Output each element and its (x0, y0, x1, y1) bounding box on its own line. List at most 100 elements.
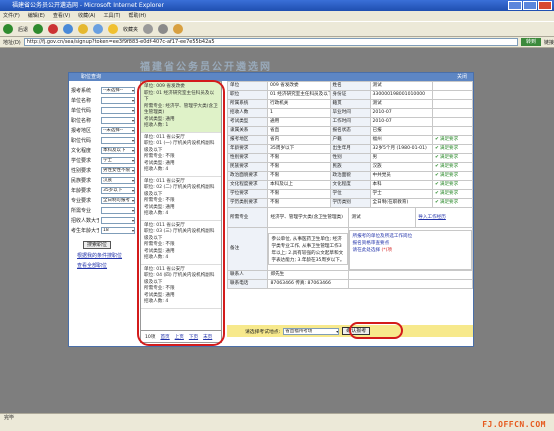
exam-location-bar: 请选择考试地点: 省直福州考场 确认报考 (227, 325, 473, 337)
history-icon[interactable] (143, 24, 154, 34)
job-list-scroll[interactable]: 单位: 009 省发改委 职位: 01 经济研究室主任科员及以下 所需专业: 经… (141, 82, 221, 328)
list-item[interactable]: 单位: 011 省公安厅 职位: 02 (二) 厅机关内设机构副科级及以下 所需… (141, 177, 221, 221)
folder-icon[interactable] (173, 24, 184, 34)
list-item[interactable]: 单位: 011 省公安厅 职位: 04 (四) 厅机关内设机构副科级及以下 所需… (141, 265, 221, 309)
certificate-box[interactable]: 所报考的单位及所选工作岗位 报名资格审查要点 请在此处选择 (*)项 (349, 230, 472, 270)
filter-select[interactable]: 汉族 (101, 176, 135, 184)
applicant-value: 32岁5个月 (1980-01-01) (369, 144, 433, 154)
table-row: 职位 01 经济研究室主任科员及以下 身份证 330000198001010000 (227, 90, 473, 100)
job-position: 职位: 01 (一) 厅机关内设机构副科级及以下 (144, 141, 215, 153)
detail-value: 行政机关 (267, 99, 331, 109)
list-item[interactable]: 单位: 011 省公安厅 职位: 03 (三) 厅机关内设机构副科级及以下 所需… (141, 221, 221, 265)
menu-favorites[interactable]: 收藏(A) (78, 11, 95, 21)
applicant-key: 身份证 (329, 90, 371, 100)
next-page-link[interactable]: 下页 (189, 334, 198, 340)
job-count: 招收人数: 4 (144, 167, 169, 172)
applicant-key: 出生年月 (329, 144, 371, 154)
table-row: 备注 参公单位, 从事医药卫生单位; 经济学类专业工作, 从事卫生管理工作3年以… (226, 227, 473, 271)
print-icon[interactable] (158, 24, 169, 34)
menu-tools[interactable]: 工具(T) (104, 11, 121, 21)
filter-input[interactable] (101, 96, 135, 104)
applicant-key: 文化程度 (329, 180, 371, 190)
filter-label: 年龄要求 (71, 187, 92, 194)
job-search-dialog: 职位查询 关闭 报考系统 --未选择-- 单位名称 单位代码 职位名称 报考地区 -… (68, 72, 474, 347)
favorites-button[interactable]: 收藏夹 (123, 26, 138, 33)
close-icon[interactable] (538, 1, 552, 10)
maximize-icon[interactable] (523, 1, 537, 10)
detail-value: 1 (267, 108, 331, 118)
filter-input[interactable] (101, 136, 135, 144)
search-by-my-conditions-link[interactable]: 根据我的条件搜职位 (77, 252, 139, 259)
dialog-close-link[interactable]: 关闭 (457, 73, 467, 81)
detail-key: 报考地区 (227, 135, 268, 145)
empty-cell (348, 270, 473, 280)
filter-select[interactable]: 男性女性不限 (101, 166, 135, 174)
forward-arrow-icon[interactable] (33, 24, 44, 34)
job-count: 招收人数: 4 (144, 211, 169, 216)
list-item[interactable]: 单位: 009 省发改委 职位: 01 经济研究室主任科员及以下 所需专业: 经… (141, 82, 221, 133)
empty-cell (432, 99, 473, 109)
menu-file[interactable]: 文件(F) (3, 11, 20, 21)
menu-edit[interactable]: 编辑(E) (28, 11, 45, 21)
filter-select[interactable]: --未选择-- (101, 86, 135, 94)
applicant-value: 汉族 (369, 162, 433, 172)
filter-label: 民族要求 (71, 177, 92, 184)
search-jobs-button[interactable]: 搜索职位 (83, 241, 111, 249)
menu-help[interactable]: 帮助(H) (128, 11, 146, 21)
major-table: 所需专业 经济学、管理学大类(含卫生管理类) 测试 导入工作经历 备注 参公单位… (226, 207, 473, 289)
remarks-text: 参公单位, 从事医药卫生单位; 经济学类专业工作, 从事卫生管理工作3年以上; … (268, 233, 348, 265)
filter-row: 职位名称 (71, 115, 139, 125)
filter-input[interactable] (101, 116, 135, 124)
cert-note-text: 请在此处选择 (352, 248, 381, 253)
filter-row: 考生年龄大于 18 (71, 225, 139, 235)
refresh-icon[interactable] (63, 24, 74, 34)
filter-row: 专业要求 全日制可报考 (71, 195, 139, 205)
minimize-icon[interactable] (508, 1, 522, 10)
links-label[interactable]: 链接 (544, 39, 554, 46)
filter-label: 学位要求 (71, 157, 92, 164)
filter-select[interactable]: 本科及以下 (101, 146, 135, 154)
filter-select[interactable]: 全日制可报考 (101, 196, 135, 204)
window-title: 福建省公务员公开遴选网 - Microsoft Internet Explore… (12, 2, 164, 9)
requirement-status: 满足要求 (432, 135, 473, 145)
cert-note: 请在此处选择 (*)项 (352, 247, 469, 254)
applicant-key: 报名状态 (329, 126, 371, 136)
favorites-star-icon[interactable] (108, 24, 119, 34)
list-item[interactable]: 单位: 011 省公安厅 职位: 01 (一) 厅机关内设机构副科级及以下 所需… (141, 133, 221, 177)
detail-key: 所需专业 (226, 207, 269, 228)
menu-view[interactable]: 查看(V) (53, 11, 70, 21)
job-position: 职位: 02 (二) 厅机关内设机构副科级及以下 (144, 185, 215, 197)
import-work-history-link[interactable]: 导入工作经历 (415, 207, 473, 228)
search-icon[interactable] (93, 24, 104, 34)
filter-input[interactable] (101, 206, 135, 214)
back-button[interactable]: 后退 (18, 26, 28, 33)
stop-icon[interactable] (48, 24, 59, 34)
home-icon[interactable] (78, 24, 89, 34)
address-input[interactable]: http://fj.gov.cn/sea/signup?token=ee3f9f… (23, 38, 518, 46)
go-button[interactable]: 转到 (520, 38, 541, 46)
filter-input[interactable] (101, 216, 135, 224)
pagination: 10项 首页 上页 下页 末页 (141, 330, 221, 342)
exam-location-select[interactable]: 省直福州考场 (283, 327, 340, 335)
first-page-link[interactable]: 首页 (160, 334, 169, 340)
detail-key: 性别要求 (227, 153, 268, 163)
browser-toolbar: 后退 收藏夹 (0, 21, 554, 37)
prev-page-link[interactable]: 上页 (175, 334, 184, 340)
detail-key: 民族要求 (227, 162, 268, 172)
applicant-key: 民族 (329, 162, 371, 172)
filter-input[interactable] (101, 106, 135, 114)
detail-key: 学位要求 (227, 189, 268, 199)
view-all-jobs-link[interactable]: 查看全部职位 (77, 262, 139, 269)
filter-input[interactable]: 18 (101, 226, 135, 234)
cert-cell: 所报考的单位及所选工作岗位 报名资格审查要点 请在此处选择 (*)项 (348, 227, 473, 271)
filter-select[interactable]: 35岁以下 (101, 186, 135, 194)
table-row: 所属系统 行政机关 籍贯 测试 (227, 99, 473, 109)
confirm-apply-button[interactable]: 确认报考 (342, 327, 371, 335)
filter-label: 性别要求 (71, 167, 92, 174)
back-arrow-icon[interactable] (3, 24, 13, 34)
filter-select[interactable]: --未选择-- (101, 126, 135, 134)
job-position: 职位: 01 经济研究室主任科员及以下 (144, 90, 215, 103)
last-page-link[interactable]: 末页 (203, 334, 212, 340)
filter-panel: 报考系统 --未选择-- 单位名称 单位代码 职位名称 报考地区 --未选择-- 职… (71, 85, 139, 269)
filter-select[interactable]: 学士 (101, 156, 135, 164)
